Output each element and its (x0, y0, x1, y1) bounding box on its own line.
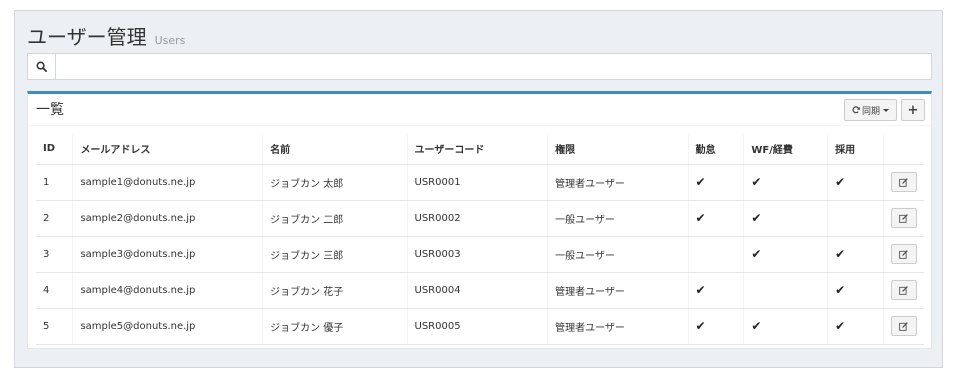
cell-actions (883, 308, 924, 345)
col-header-actions (883, 134, 924, 165)
cell-actions (883, 272, 924, 309)
cell-role: 一般ユーザー (547, 236, 689, 273)
cell-user-code: USR0005 (407, 308, 549, 345)
check-icon: ✔ (743, 164, 829, 201)
edit-button[interactable] (890, 172, 917, 192)
search-icon (36, 61, 47, 72)
col-header-saiyo[interactable]: 採用 (827, 134, 884, 165)
search-bar (27, 53, 932, 80)
cell-id: 5 (36, 308, 74, 345)
check-icon: ✔ (743, 200, 829, 237)
col-header-email[interactable]: メールアドレス (72, 134, 264, 165)
edit-button[interactable] (890, 244, 917, 264)
check-icon: ✔ (688, 200, 745, 237)
refresh-icon (852, 106, 860, 114)
col-header-id[interactable]: ID (36, 134, 74, 165)
check-icon: ✔ (827, 236, 884, 273)
cell-role: 一般ユーザー (547, 200, 689, 237)
cell-name: ジョブカン 三郎 (262, 236, 408, 273)
cell-user-code: USR0001 (407, 164, 549, 201)
check-icon (743, 272, 829, 309)
sync-label: 同期 (861, 106, 880, 117)
cell-role: 管理者ユーザー (547, 272, 689, 309)
cell-email: sample4@donuts.ne.jp (72, 272, 264, 309)
col-header-kintai[interactable]: 勤怠 (688, 134, 745, 165)
col-header-wf[interactable]: WF/経費 (743, 134, 829, 165)
cell-user-code: USR0002 (407, 200, 549, 237)
check-icon (688, 236, 745, 273)
cell-actions (883, 164, 924, 201)
cell-email: sample1@donuts.ne.jp (72, 164, 264, 201)
plus-icon: + (907, 102, 919, 118)
search-input[interactable] (56, 54, 931, 79)
table-row: 5 sample5@donuts.ne.jp ジョブカン 優子 USR0005 … (36, 308, 924, 345)
search-button[interactable] (28, 54, 56, 79)
check-icon: ✔ (827, 164, 884, 201)
cell-name: ジョブカン 二郎 (262, 200, 408, 237)
cell-email: sample2@donuts.ne.jp (72, 200, 264, 237)
sync-button[interactable]: 同期 (844, 99, 897, 121)
table-row: 2 sample2@donuts.ne.jp ジョブカン 二郎 USR0002 … (36, 200, 924, 237)
box-tools: 同期 + (844, 99, 925, 121)
check-icon: ✔ (743, 236, 829, 273)
cell-role: 管理者ユーザー (547, 164, 689, 201)
page-subtitle: Users (154, 34, 186, 47)
cell-id: 2 (36, 200, 74, 237)
check-icon: ✔ (827, 272, 884, 309)
add-user-button[interactable]: + (901, 99, 925, 121)
content-wrapper: ユーザー管理 Users 一覧 同期 + ID メールアドレス 名前 ユーザーコ… (14, 10, 943, 368)
edit-icon (899, 177, 909, 187)
edit-icon (899, 249, 909, 259)
check-icon: ✔ (827, 308, 884, 345)
col-header-name[interactable]: 名前 (262, 134, 408, 165)
edit-icon (899, 285, 909, 295)
table-row: 4 sample4@donuts.ne.jp ジョブカン 花子 USR0004 … (36, 272, 924, 309)
col-header-role[interactable]: 権限 (547, 134, 689, 165)
check-icon: ✔ (743, 308, 829, 345)
list-title: 一覧 (36, 102, 64, 118)
cell-email: sample3@donuts.ne.jp (72, 236, 264, 273)
cell-email: sample5@donuts.ne.jp (72, 308, 264, 345)
cell-name: ジョブカン 花子 (262, 272, 408, 309)
cell-actions (883, 200, 924, 237)
check-icon: ✔ (688, 272, 745, 309)
edit-button[interactable] (890, 208, 917, 228)
check-icon: ✔ (688, 308, 745, 345)
cell-id: 3 (36, 236, 74, 273)
edit-button[interactable] (890, 280, 917, 300)
cell-user-code: USR0004 (407, 272, 549, 309)
cell-id: 4 (36, 272, 74, 309)
page-header: ユーザー管理 Users (27, 21, 185, 51)
check-icon (827, 200, 884, 237)
cell-actions (883, 236, 924, 273)
check-icon: ✔ (688, 164, 745, 201)
cell-name: ジョブカン 優子 (262, 308, 408, 345)
edit-button[interactable] (890, 316, 917, 336)
edit-icon (899, 321, 909, 331)
user-list-box: 一覧 同期 + ID メールアドレス 名前 ユーザーコード 権限 勤怠 WF/経… (27, 91, 932, 349)
cell-user-code: USR0003 (407, 236, 549, 273)
table-header-row: ID メールアドレス 名前 ユーザーコード 権限 勤怠 WF/経費 採用 (36, 134, 924, 165)
table-row: 1 sample1@donuts.ne.jp ジョブカン 太郎 USR0001 … (36, 164, 924, 201)
cell-role: 管理者ユーザー (547, 308, 689, 345)
table-row: 3 sample3@donuts.ne.jp ジョブカン 三郎 USR0003 … (36, 236, 924, 273)
edit-icon (899, 213, 909, 223)
cell-id: 1 (36, 164, 74, 201)
col-header-user-code[interactable]: ユーザーコード (407, 134, 549, 165)
chevron-down-icon (883, 108, 889, 112)
user-table: ID メールアドレス 名前 ユーザーコード 権限 勤怠 WF/経費 採用 1 s… (36, 134, 924, 345)
box-header: 一覧 同期 + (28, 94, 931, 126)
cell-name: ジョブカン 太郎 (262, 164, 408, 201)
page-title: ユーザー管理 (27, 25, 147, 49)
